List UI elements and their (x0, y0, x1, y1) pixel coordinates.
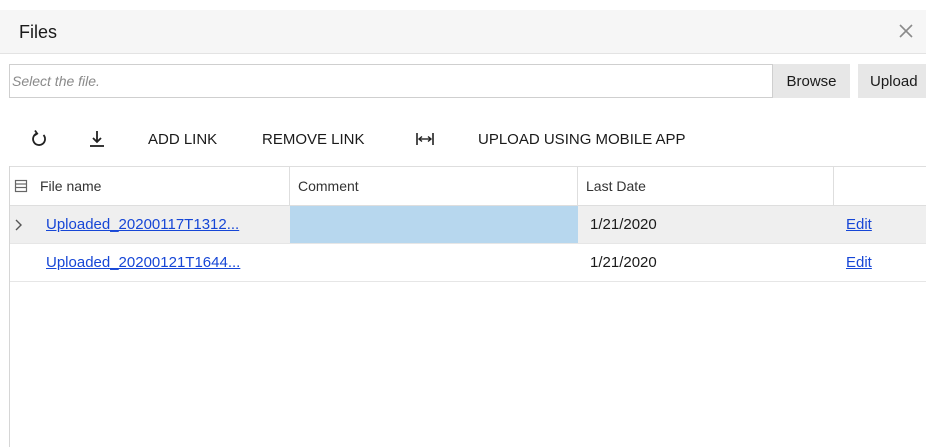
add-link-button[interactable]: ADD LINK (148, 131, 217, 148)
row-selector-chevron-icon[interactable] (10, 206, 34, 243)
fit-columns-icon[interactable] (412, 126, 438, 152)
comment-cell[interactable] (290, 206, 578, 243)
files-toolbar: ADD LINK REMOVE LINK UPLOAD USING MOBILE… (0, 122, 926, 156)
last-date-cell: 1/21/2020 (590, 216, 657, 233)
remove-link-button[interactable]: REMOVE LINK (262, 131, 365, 148)
table-row[interactable]: Uploaded_20200117T1312... 1/21/2020 Edit (10, 206, 926, 244)
table-row[interactable]: Uploaded_20200121T1644... 1/21/2020 Edit (10, 244, 926, 282)
dialog-title: Files (19, 22, 58, 42)
row-selector[interactable] (10, 244, 34, 281)
column-header-comment[interactable]: Comment (290, 167, 578, 206)
files-dialog: Files Browse Upload ADD LINK R (0, 0, 926, 447)
column-header-last-date[interactable]: Last Date (578, 167, 834, 206)
edit-cell: Edit (834, 244, 926, 281)
file-link[interactable]: Uploaded_20200121T1644... (46, 254, 240, 271)
refresh-icon[interactable] (26, 126, 52, 152)
column-chooser-icon[interactable] (10, 167, 34, 206)
column-header-file-name[interactable]: File name (34, 167, 290, 206)
upload-button[interactable]: Upload (858, 64, 926, 98)
column-header-actions (834, 167, 926, 206)
file-name-cell: Uploaded_20200117T1312... (34, 206, 290, 243)
file-link[interactable]: Uploaded_20200117T1312... (46, 216, 239, 233)
grid-header: File name Comment Last Date (10, 166, 926, 206)
edit-link[interactable]: Edit (846, 254, 872, 271)
comment-cell[interactable] (290, 244, 578, 281)
file-name-cell: Uploaded_20200121T1644... (34, 244, 290, 281)
file-picker: Browse Upload (0, 64, 926, 98)
edit-cell: Edit (834, 206, 926, 243)
download-icon[interactable] (84, 126, 110, 152)
close-icon[interactable] (895, 20, 917, 42)
upload-mobile-app-button[interactable]: UPLOAD USING MOBILE APP (478, 131, 686, 148)
last-date-cell: 1/21/2020 (590, 254, 657, 271)
dialog-header: Files (0, 10, 926, 54)
edit-link[interactable]: Edit (846, 216, 872, 233)
file-path-input[interactable] (9, 64, 773, 98)
files-grid: File name Comment Last Date Uploaded_202… (9, 166, 926, 447)
browse-button[interactable]: Browse (773, 64, 850, 98)
